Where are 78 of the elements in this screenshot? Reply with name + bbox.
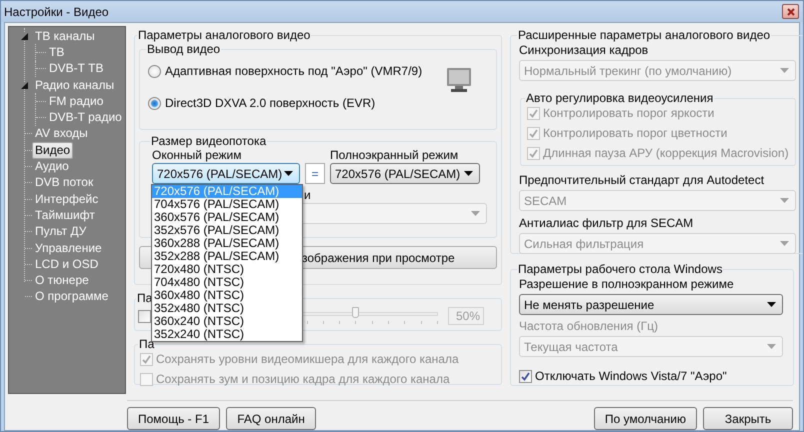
field-label: Разрешение в полноэкранном режиме (519, 276, 735, 293)
checkbox[interactable] (138, 310, 151, 322)
tree-item[interactable]: Аудио (32, 158, 72, 176)
caret-icon (780, 68, 789, 73)
footer-button[interactable]: FAQ онлайн (226, 407, 316, 430)
group-title: Вывод видео (146, 42, 222, 56)
close-button[interactable] (782, 4, 799, 19)
dropdown-option[interactable]: 352x576 (PAL/SECAM) (152, 224, 302, 237)
tree-item[interactable]: AV входы (32, 125, 91, 142)
radio-button[interactable] (148, 64, 161, 78)
group-title: Расширенные параметры аналогового видео (517, 28, 772, 42)
caret-icon (780, 198, 789, 203)
group-title: Параметры аналогового видео (137, 28, 312, 42)
field-label: и (304, 188, 311, 202)
group-title: Параметры рабочего стола Windows (517, 262, 724, 276)
value-field: 50% (448, 307, 484, 325)
slider-thumb[interactable] (352, 307, 359, 318)
checkbox-label: Сохранять уровни видеомикшера для каждого канала (156, 352, 459, 366)
expander-icon[interactable] (21, 82, 28, 89)
field-label: Частота обновления (Гц) (519, 318, 659, 335)
tree-item[interactable]: О тюнере (32, 272, 92, 290)
dropdown-option[interactable]: 360x576 (PAL/SECAM) (152, 211, 302, 224)
caret-icon (780, 241, 789, 246)
dropdown-option[interactable]: 704x480 (NTSC) (152, 276, 302, 289)
tree-item[interactable]: Радио каналы (32, 76, 118, 94)
checkbox-label: Контролировать порог цветности (543, 126, 728, 140)
checkbox-label: Контролировать порог яркости (543, 106, 714, 120)
caret-icon (284, 171, 293, 176)
tree-item[interactable]: Управление (32, 240, 105, 257)
tree-item[interactable]: DVB поток (32, 174, 96, 192)
window-title: Настройки - Видео (4, 4, 109, 18)
group-title: Размер видеопотока (150, 134, 268, 148)
radio-label: Адаптивная поверхность под "Аэро" (VMR7/9) (165, 64, 422, 78)
footer-button[interactable]: Помощь - F1 (127, 407, 220, 430)
tree-item[interactable]: FM радио (46, 92, 106, 110)
close-icon (786, 8, 794, 16)
tree-item[interactable]: Видео (32, 142, 74, 159)
dropdown-option[interactable]: 352x288 (PAL/SECAM) (152, 250, 302, 263)
tree-item[interactable]: DVB-T радио (46, 109, 125, 126)
dropdown[interactable]: 720x576 (PAL/SECAM) (152, 163, 300, 184)
dropdown-option[interactable]: 360x240 (NTSC) (152, 315, 302, 328)
tree-item[interactable]: ТВ каналы (32, 28, 98, 45)
checkbox-label: Сохранять зум и позицию кадра для каждого канала (156, 372, 450, 386)
caret-icon (464, 171, 473, 176)
dropdown-option[interactable]: 720x576 (PAL/SECAM) (152, 185, 302, 198)
caret-icon (767, 344, 776, 349)
tree-item[interactable]: О программе (32, 288, 112, 306)
group-title: Авто регулировка видеоусиления (525, 91, 714, 105)
dropdown-option[interactable]: 360x480 (NTSC) (152, 289, 302, 302)
footer-button[interactable]: По умолчанию (594, 407, 697, 430)
caret-icon (471, 211, 480, 216)
radio-label: Direct3D DXVA 2.0 поверхность (EVR) (165, 96, 376, 110)
checkbox[interactable] (519, 370, 532, 382)
dropdown[interactable]: 720x576 (PAL/SECAM) (330, 163, 480, 184)
tree-item[interactable]: Таймшифт (32, 206, 98, 224)
field-label: Оконный режим (152, 148, 243, 162)
dropdown-option[interactable]: 352x480 (NTSC) (152, 302, 302, 315)
field-label: Антиалиас фильтр для SECAM (519, 215, 694, 232)
checkbox-label: Длинная пауза АРУ (коррекция Macrovision) (543, 146, 789, 160)
dropdown-option[interactable]: 352x240 (NTSC) (152, 328, 302, 341)
field-label: Полноэкранный режим (330, 148, 460, 162)
monitor-icon (446, 67, 472, 93)
tree-item[interactable]: LCD и OSD (32, 256, 102, 273)
expander-icon[interactable] (21, 32, 28, 40)
field-label: Синхронизация кадров (519, 42, 650, 59)
link-button[interactable]: = (305, 163, 325, 184)
tree-item[interactable]: DVB-T ТВ (46, 60, 106, 78)
radio-button[interactable] (148, 96, 161, 110)
tree-item[interactable]: Интерфейс (32, 190, 102, 208)
tree-item[interactable]: ТВ (46, 44, 68, 61)
checkbox-label: Отключать Windows Vista/7 "Аэро" (535, 369, 727, 383)
field-label: Предпочтительный стандарт для Autodetect (519, 172, 766, 189)
group-title: Па (138, 337, 154, 351)
dropdown-option[interactable]: 704x576 (PAL/SECAM) (152, 198, 302, 211)
tree-item[interactable]: Пульт ДУ (32, 223, 90, 240)
caret-icon (767, 302, 776, 307)
footer-button[interactable]: Закрыть (703, 407, 793, 430)
dropdown[interactable]: Не менять разрешение (519, 294, 783, 315)
